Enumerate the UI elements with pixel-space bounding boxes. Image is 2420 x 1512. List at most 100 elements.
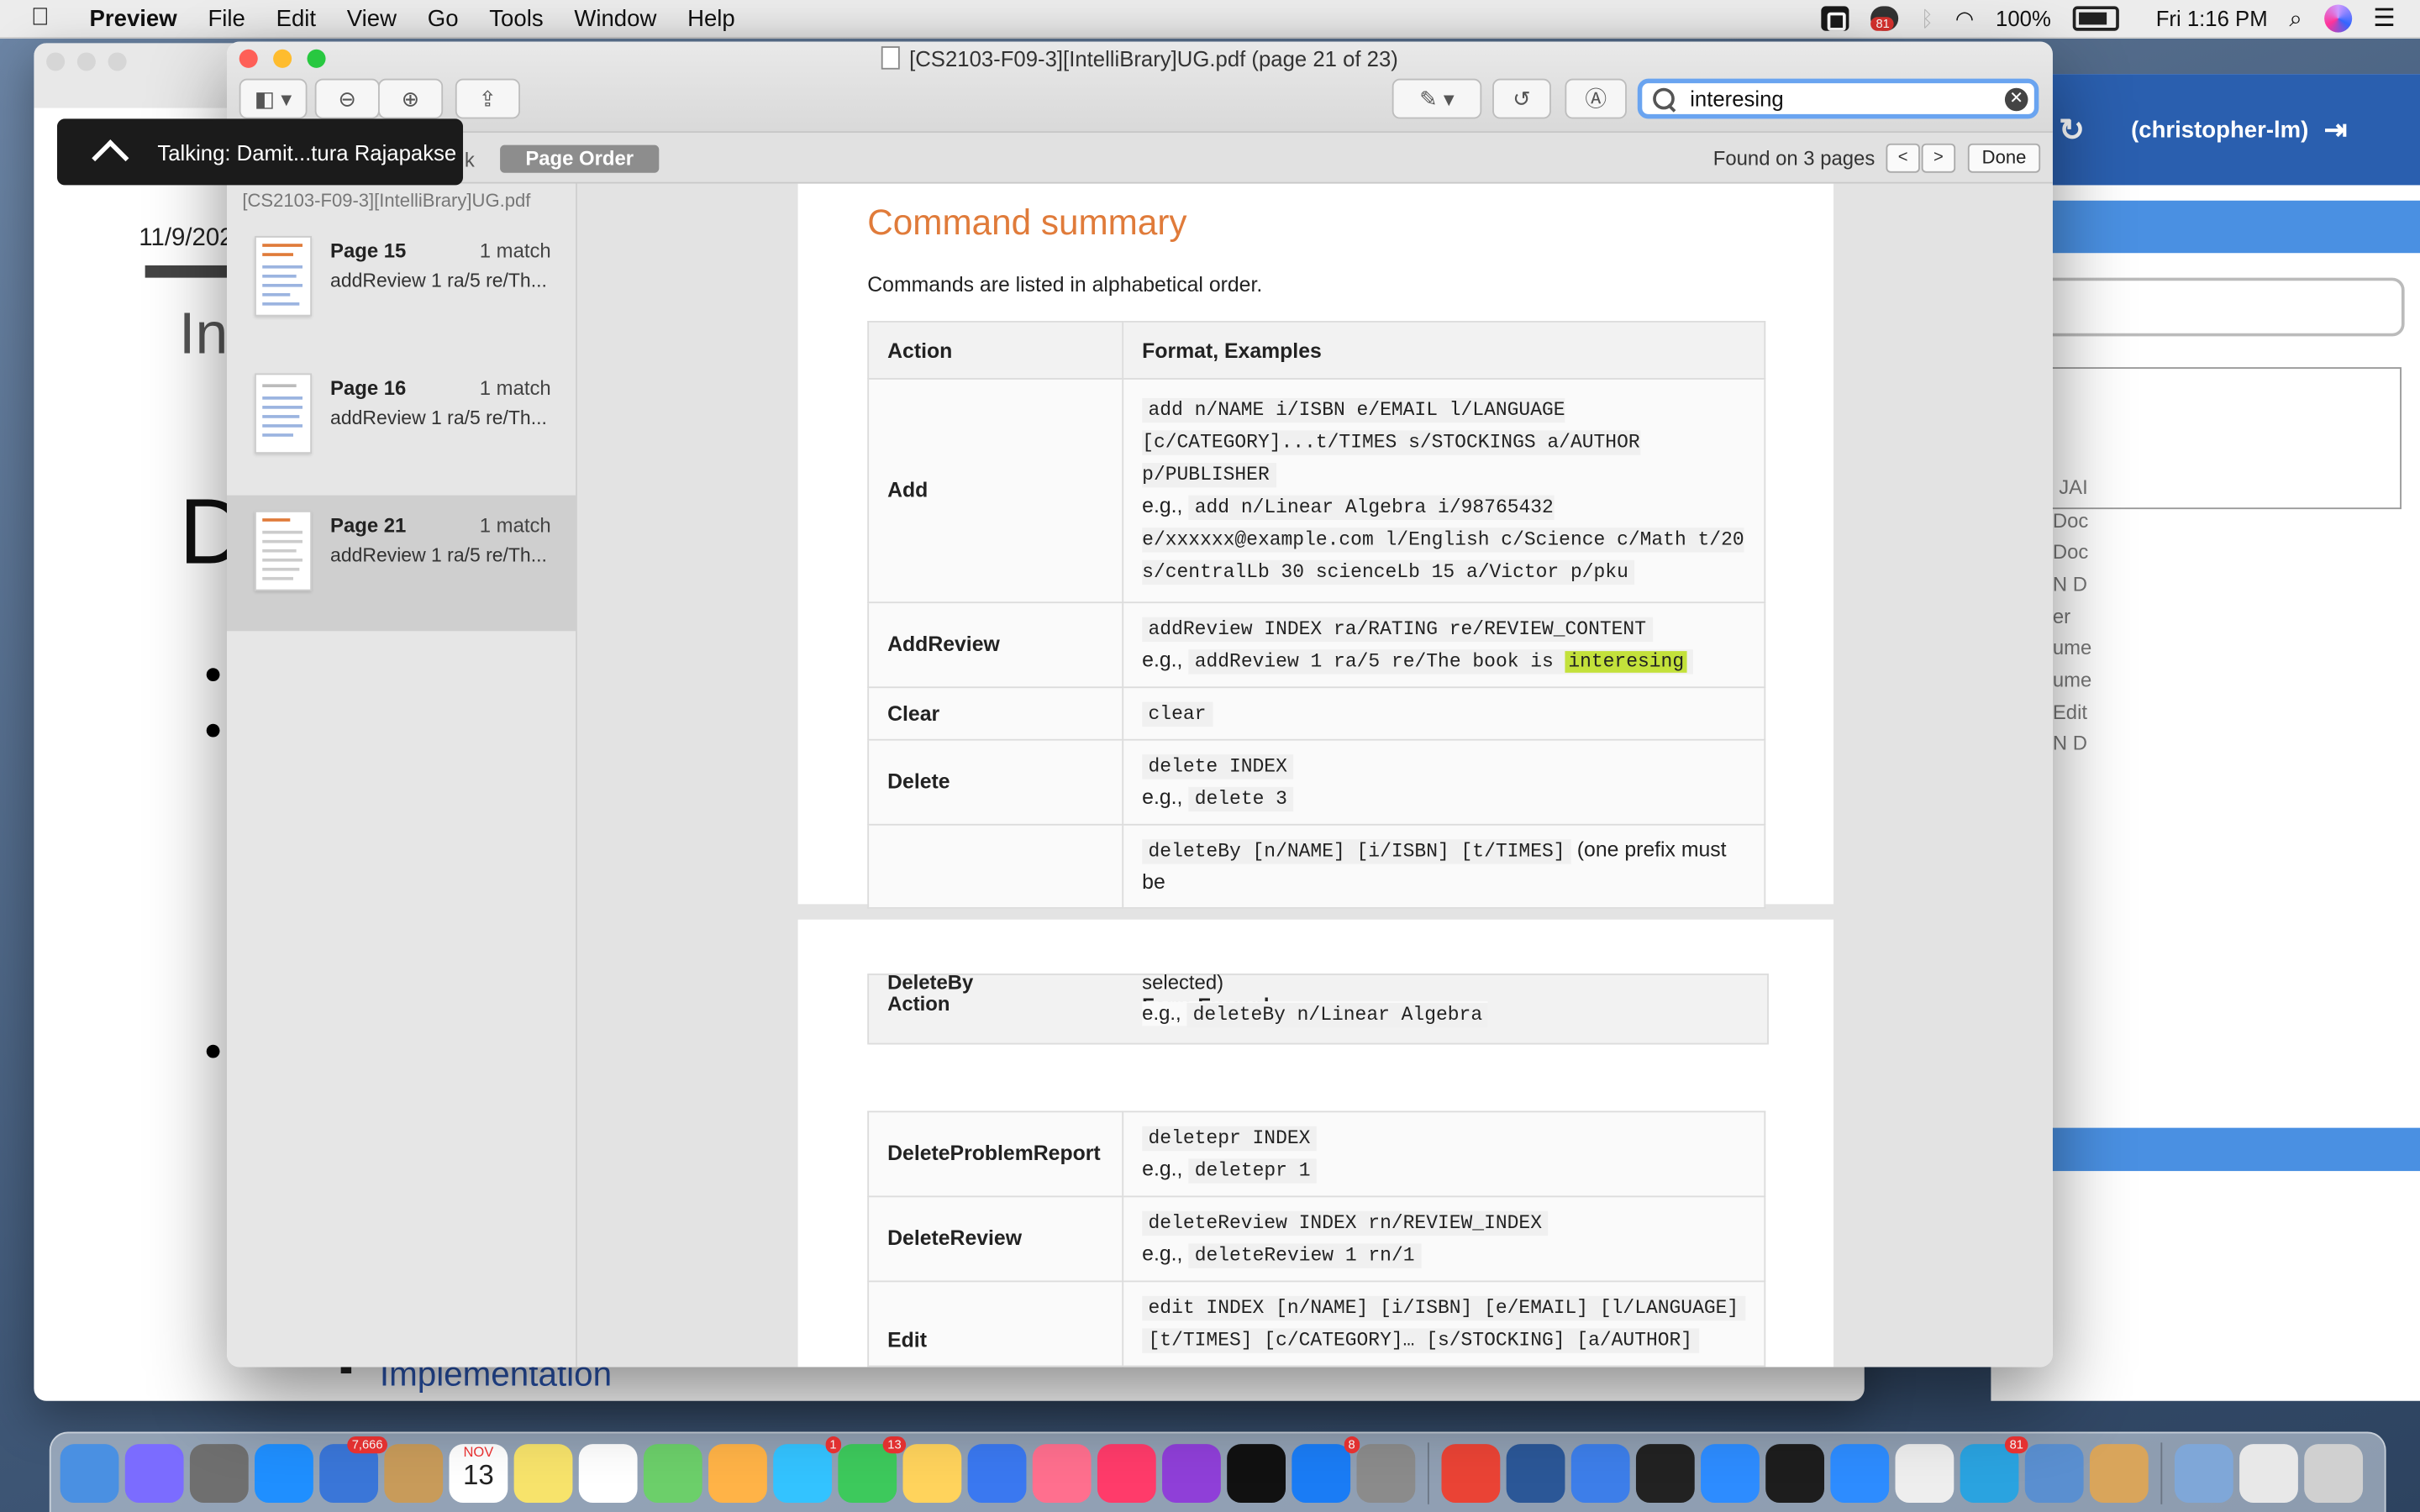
music-icon[interactable] [1097, 1444, 1156, 1503]
notification-center-icon[interactable]: ☰ [2373, 3, 2395, 34]
markup-pen-button[interactable]: ✎ ▾ [1392, 78, 1482, 119]
messages-icon[interactable]: 1 [773, 1436, 842, 1503]
location-icon[interactable] [1830, 1444, 1890, 1503]
wifi-icon[interactable]: ◠ [1955, 5, 1974, 31]
keynote-icon[interactable] [1032, 1444, 1092, 1503]
background-webapp-window: ↻ (christopher-lm) ⇥ JAI Doc Doc N D er … [1991, 74, 2420, 1401]
pdf-page: Command summary Commands are listed in a… [797, 183, 1834, 909]
eg-label: e.g., [1142, 1157, 1183, 1181]
numbers-icon[interactable] [967, 1444, 1027, 1503]
next-result-button[interactable]: > [1921, 143, 1956, 173]
search-result-item-selected[interactable]: Page 21 1 match addReview 1 ra/5 re/Th..… [227, 495, 576, 632]
apple-menu-icon[interactable]:  [31, 5, 65, 33]
chevron-up-icon[interactable] [92, 139, 129, 177]
launchpad-icon[interactable] [189, 1444, 249, 1503]
menu-help[interactable]: Help [687, 5, 735, 31]
bg-zoom-button[interactable] [108, 52, 127, 71]
podcasts-icon[interactable] [1162, 1444, 1221, 1503]
page-order-segment[interactable]: Page Order [500, 144, 660, 173]
menu-tools[interactable]: Tools [489, 5, 543, 31]
clear-search-icon[interactable]: ✕ [2004, 87, 2028, 112]
battery-percent: 100% [1996, 6, 2051, 31]
word-icon[interactable] [1506, 1444, 1565, 1503]
bg-minimize-button[interactable] [76, 52, 96, 71]
table-row: Clear clear [867, 686, 1766, 741]
webapp-input-field[interactable] [2037, 277, 2405, 337]
bluetooth-icon[interactable]: ᛒ [1921, 6, 1933, 30]
menu-edit[interactable]: Edit [276, 5, 316, 31]
preview-icon[interactable] [2024, 1444, 2084, 1503]
search-result-item[interactable]: Page 16 1 match addReview 1 ra/5 re/Th..… [227, 358, 576, 494]
terminal-icon[interactable] [1635, 1444, 1695, 1503]
preview-titlebar: [CS2103-F09-3][IntelliBrary]UG.pdf (page… [227, 41, 2053, 133]
reminders-icon[interactable] [578, 1444, 638, 1503]
app-store-icon[interactable]: 8 [1292, 1436, 1360, 1503]
zoom-in-button[interactable]: ⊕ [378, 78, 444, 119]
siri-icon[interactable] [124, 1444, 184, 1503]
qlab-icon[interactable] [1765, 1444, 1825, 1503]
maps-icon[interactable] [643, 1444, 702, 1503]
webapp-fragment: N D [2052, 731, 2087, 755]
zoom-out-button[interactable]: ⊖ [314, 78, 380, 119]
table-row: DeleteProblemReport deletepr INDEX e.g., … [867, 1110, 1766, 1198]
calendar-day: 13 [462, 1459, 494, 1491]
facetime-icon[interactable]: 13 [838, 1436, 907, 1503]
tv-icon[interactable] [1227, 1444, 1286, 1503]
webapp-textarea[interactable] [2037, 367, 2402, 510]
trash-icon[interactable] [2304, 1444, 2364, 1503]
previous-result-button[interactable]: < [1886, 143, 1920, 173]
format-cell: add n/NAME i/ISBN e/EMAIL l/LANGUAGE [c/… [1122, 377, 1766, 604]
cloud-status-icon[interactable]: 81 [1870, 6, 1900, 31]
textedit-icon[interactable] [1895, 1444, 1954, 1503]
zoom-icon[interactable] [1701, 1444, 1760, 1503]
done-button[interactable]: Done [1967, 143, 2041, 173]
calendar-icon[interactable]: NOV 13 [449, 1444, 508, 1503]
search-field[interactable]: ✕ [1637, 78, 2039, 119]
zoom-talking-indicator[interactable]: Talking: Damit...tura Rajapakse [56, 118, 464, 186]
result-page: Page 21 [330, 513, 407, 538]
siri-icon[interactable] [2323, 4, 2352, 33]
bg-close-button[interactable] [46, 52, 66, 71]
example-code: add n/Linear Algebra i/98765432 e/xxxxxx… [1142, 495, 1744, 585]
chrome-icon[interactable] [1441, 1444, 1501, 1503]
notes-icon[interactable] [513, 1444, 573, 1503]
document-view[interactable]: Command summary Commands are listed in a… [576, 183, 2053, 1368]
folder-icon[interactable] [2174, 1444, 2233, 1503]
safari-icon[interactable] [255, 1444, 313, 1503]
battery-icon[interactable] [2072, 6, 2119, 31]
action-cell: DeleteReview [867, 1195, 1124, 1283]
markup-toolbar-button[interactable]: Ⓐ [1565, 78, 1627, 119]
menu-app-name[interactable]: Preview [90, 5, 177, 31]
eg-label: e.g., [1142, 648, 1183, 671]
sidebar-toggle-button[interactable]: ◧ ▾ [239, 78, 308, 119]
share-button[interactable]: ⇪ [455, 78, 520, 119]
finder-icon[interactable] [60, 1444, 119, 1503]
format-cell: deleteBy [n/NAME] [i/ISBN] [t/TIMES] (on… [1122, 823, 1766, 909]
menu-clock[interactable]: Fri 1:16 PM [2156, 6, 2268, 30]
relevance-segment-fragment[interactable]: k [465, 148, 475, 171]
logout-icon[interactable]: ⇥ [2324, 113, 2348, 146]
pdf-document-icon[interactable] [881, 46, 901, 70]
menu-file[interactable]: File [208, 5, 245, 31]
pages-icon[interactable] [902, 1444, 962, 1503]
spotlight-search-icon[interactable]: ⌕ [2289, 5, 2302, 31]
search-input[interactable] [1686, 85, 2002, 113]
format-cell: deleteReview INDEX rn/REVIEW_INDEX e.g., … [1122, 1195, 1766, 1283]
search-result-item[interactable]: Page 15 1 match addReview 1 ra/5 re/Th..… [227, 221, 576, 357]
document-icon[interactable] [2239, 1444, 2298, 1503]
coffee-icon[interactable] [2089, 1444, 2149, 1503]
rotate-button[interactable]: ↺ [1492, 78, 1551, 119]
menu-view[interactable]: View [347, 5, 397, 31]
telegram-icon[interactable]: 81 [1960, 1436, 2028, 1503]
section-intro: Commands are listed in alphabetical orde… [867, 273, 1263, 297]
refresh-icon[interactable]: ↻ [2059, 110, 2085, 149]
slides-date: 11/9/202 [139, 225, 234, 252]
menu-go[interactable]: Go [428, 5, 459, 31]
xcode-icon[interactable] [1570, 1444, 1630, 1503]
mail-icon[interactable]: 7,666 [319, 1436, 388, 1503]
menu-window[interactable]: Window [574, 5, 656, 31]
photos-icon[interactable] [708, 1444, 767, 1503]
zoom-status-icon[interactable] [1822, 6, 1850, 31]
system-preferences-icon[interactable] [1356, 1444, 1416, 1503]
contacts-icon[interactable] [384, 1444, 444, 1503]
